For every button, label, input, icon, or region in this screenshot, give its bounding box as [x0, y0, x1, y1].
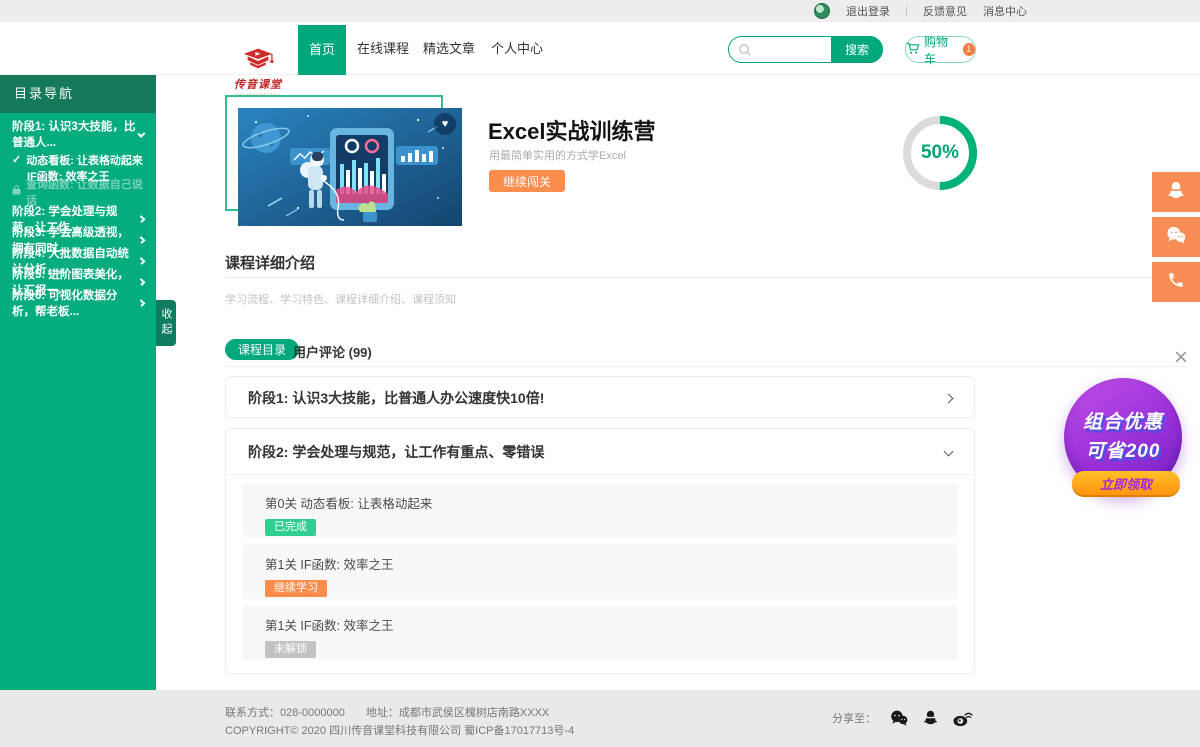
- phone-icon: [1167, 271, 1185, 294]
- lesson-title: 第1关 IF函数: 效率之王: [265, 615, 958, 634]
- continue-button[interactable]: 继续闯关: [489, 170, 565, 192]
- section-divider: [225, 277, 1185, 278]
- share-wechat-icon[interactable]: [889, 709, 909, 727]
- qq-icon: [1166, 179, 1186, 206]
- sidebar-stage-1-label: 阶段1: 认识3大技能，比普通人...: [12, 118, 139, 150]
- lesson-status-badge[interactable]: 未解锁: [265, 641, 316, 658]
- footer-copyright: COPYRIGHT© 2020 四川传音课堂科技有限公司 蜀ICP备170177…: [225, 722, 574, 738]
- progress-percent-label: 50%: [901, 114, 979, 192]
- nav-item-courses[interactable]: 在线课程: [352, 22, 414, 75]
- lesson-row[interactable]: 第1关 IF函数: 效率之王 未解锁: [242, 605, 958, 660]
- footer-contact: 联系方式：028-0000000: [225, 707, 345, 719]
- qq-contact-button[interactable]: [1152, 172, 1200, 212]
- progress-ring: 50%: [901, 114, 979, 192]
- cart-icon: [906, 42, 920, 58]
- footer-contact-line: 联系方式：028-0000000 地址：成都市武侯区槐树店南路XXXX: [225, 704, 549, 720]
- section-heading: 课程详细介绍: [225, 252, 315, 273]
- tab-user-comments[interactable]: 用户评论 (99): [293, 342, 372, 361]
- tab-course-catalog[interactable]: 课程目录: [225, 339, 299, 360]
- section-hint: 学习流程、学习特色、课程详细介绍、课程须知: [225, 291, 456, 307]
- tabs-divider: [225, 366, 1185, 367]
- nav-item-home[interactable]: 首页: [298, 25, 346, 75]
- lesson-status-badge[interactable]: 已完成: [265, 519, 316, 536]
- stage-card-1: 阶段1: 认识3大技能，比普通人办公速度快10倍!: [225, 376, 975, 418]
- close-icon[interactable]: ×: [1174, 346, 1188, 370]
- sidebar-collapse-tab[interactable]: 收起: [156, 300, 176, 346]
- stage-1-title: 阶段1: 认识3大技能，比普通人办公速度快10倍!: [248, 388, 544, 408]
- sidebar-stage-6[interactable]: 阶段6: 可视化数据分析，帮老板...: [0, 294, 156, 312]
- search-button[interactable]: 搜索: [831, 36, 883, 63]
- sidebar-stage-label: 阶段6: 可视化数据分析，帮老板...: [12, 287, 139, 319]
- promo-claim-button[interactable]: 立即领取: [1072, 471, 1180, 495]
- logo-graduation-cap-icon: [238, 57, 278, 74]
- logout-link[interactable]: 退出登录: [846, 3, 890, 19]
- stage-card-2: 阶段2: 学会处理与规范，让工作有重点、零错误 第0关 动态看板: 让表格动起来…: [225, 428, 975, 674]
- topbar-divider: [906, 6, 907, 16]
- lesson-title: 第0关 动态看板: 让表格动起来: [265, 493, 958, 512]
- search-input[interactable]: [755, 38, 830, 61]
- promo-line-2: 可省200: [1086, 437, 1161, 466]
- lesson-row[interactable]: 第1关 IF函数: 效率之王 继续学习: [242, 544, 958, 599]
- topbar: 退出登录 反馈意见 消息中心: [0, 0, 1200, 22]
- cart-button[interactable]: 购物车 1: [905, 36, 976, 63]
- feedback-link[interactable]: 反馈意见: [923, 3, 967, 19]
- nav-item-profile[interactable]: 个人中心: [486, 22, 548, 75]
- course-cover-image: [238, 108, 462, 226]
- chevron-down-icon: [944, 447, 954, 457]
- sidebar-lesson-label: 动态看板: 让表格动起来: [26, 152, 143, 168]
- favorite-heart-icon[interactable]: ♥: [434, 113, 456, 135]
- lesson-title: 第1关 IF函数: 效率之王: [265, 554, 958, 573]
- lesson-row[interactable]: 第0关 动态看板: 让表格动起来 已完成: [242, 483, 958, 538]
- nav-item-articles[interactable]: 精选文章: [418, 22, 480, 75]
- course-title: Excel实战训练营: [488, 114, 656, 146]
- share-qq-icon[interactable]: [922, 708, 939, 727]
- wechat-icon: [1165, 225, 1187, 250]
- lock-icon: [12, 185, 21, 198]
- footer: 联系方式：028-0000000 地址：成都市武侯区槐树店南路XXXX COPY…: [0, 690, 1200, 747]
- footer-address: 地址：成都市武侯区槐树店南路XXXX: [366, 707, 549, 719]
- logo-title: 传音课堂: [228, 76, 288, 92]
- stage-2-header[interactable]: 阶段2: 学会处理与规范，让工作有重点、零错误: [226, 429, 974, 475]
- catalog-sidebar: 目录导航 阶段1: 认识3大技能，比普通人... ✓ 动态看板: 让表格动起来 …: [0, 75, 156, 690]
- cart-label: 购物车: [924, 33, 959, 67]
- sidebar-lesson-locked[interactable]: 查询函数: 让数据自己说话: [0, 184, 156, 199]
- stage-1-header[interactable]: 阶段1: 认识3大技能，比普通人办公速度快10倍!: [226, 377, 974, 419]
- sidebar-stage-1[interactable]: 阶段1: 认识3大技能，比普通人...: [0, 125, 156, 143]
- navbar: 传音课堂 CHUANYINKETANG 首页 在线课程 精选文章 个人中心: [0, 22, 1200, 75]
- sidebar-lesson-dashboard[interactable]: ✓ 动态看板: 让表格动起来: [0, 152, 156, 167]
- chevron-right-icon: [944, 393, 954, 403]
- search-icon: [738, 43, 752, 62]
- user-avatar[interactable]: [814, 3, 830, 19]
- check-icon: ✓: [12, 153, 21, 166]
- sidebar-title: 目录导航: [0, 75, 156, 113]
- phone-contact-button[interactable]: [1152, 262, 1200, 302]
- course-subtitle: 用最简单实用的方式学Excel: [489, 147, 626, 163]
- search-box: 搜索: [728, 36, 883, 63]
- wechat-contact-button[interactable]: [1152, 217, 1200, 257]
- stage-2-title: 阶段2: 学会处理与规范，让工作有重点、零错误: [248, 442, 544, 462]
- site-logo[interactable]: 传音课堂 CHUANYINKETANG: [228, 48, 288, 97]
- share-weibo-icon[interactable]: [952, 709, 973, 727]
- share-label: 分享至：: [832, 710, 876, 726]
- cart-count-badge: 1: [963, 43, 975, 56]
- promo-line-1: 组合优惠: [1083, 408, 1163, 437]
- lesson-status-badge[interactable]: 继续学习: [265, 580, 327, 597]
- message-center-link[interactable]: 消息中心: [983, 3, 1027, 19]
